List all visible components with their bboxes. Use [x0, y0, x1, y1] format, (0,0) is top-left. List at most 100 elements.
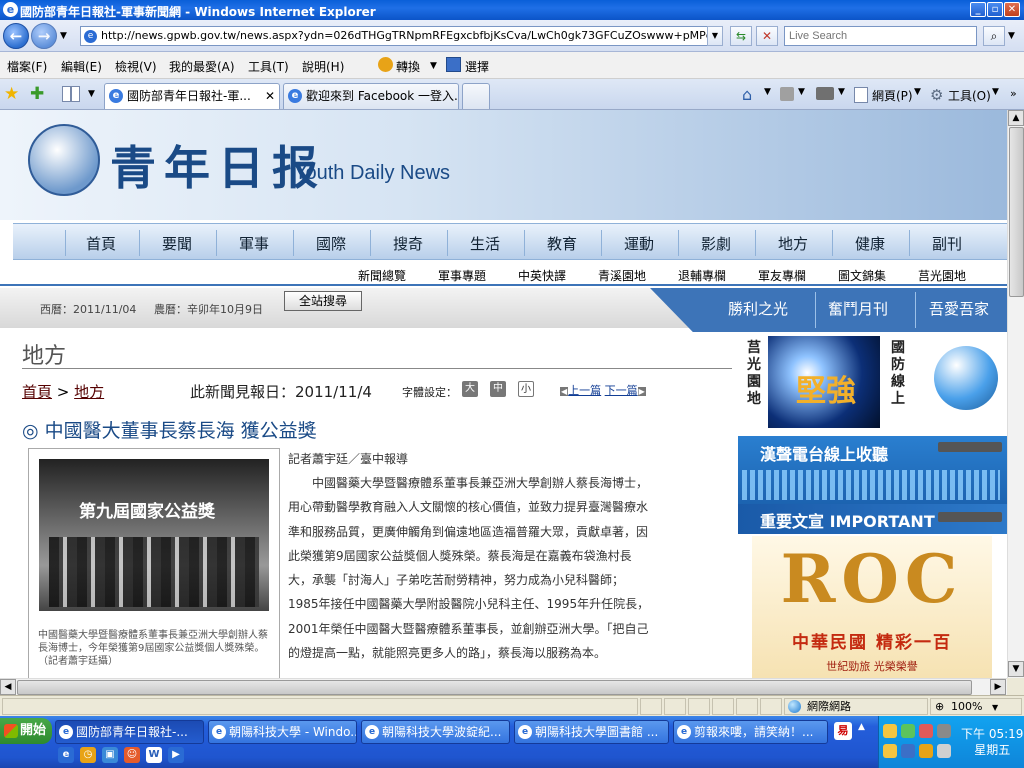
quicklaunch-ie-icon[interactable]: e [58, 747, 74, 763]
taskbar-button-clipping[interactable]: e 剪報來嘍，請笑納！... [673, 720, 828, 744]
select-button[interactable]: 選擇 [465, 58, 489, 75]
sidebar-label-defense-online[interactable]: 國防線上 [888, 340, 908, 408]
subnav-juguang[interactable]: 莒光園地 [918, 267, 966, 284]
history-dropdown-icon[interactable]: ▼ [60, 31, 67, 41]
menu-edit[interactable]: 編輯(E) [61, 58, 102, 75]
page-dropdown-icon[interactable]: ▼ [914, 87, 921, 97]
horizontal-scroll-thumb[interactable] [17, 680, 972, 695]
taskbar-button-cyut-record[interactable]: e 朝陽科技大學波錠紀... [361, 720, 510, 744]
tray-icon-7[interactable] [919, 744, 933, 758]
search-input[interactable] [784, 26, 977, 46]
start-button[interactable]: 開始 [0, 718, 52, 744]
tray-icon-8[interactable] [937, 744, 951, 758]
close-button[interactable]: ✕ [1004, 2, 1020, 17]
scroll-up-arrow[interactable]: ▲ [1008, 110, 1024, 126]
new-tab-button[interactable] [462, 83, 490, 109]
tab-list-icon[interactable]: ▼ [88, 89, 95, 99]
nav-entertainment[interactable]: 影劇 [678, 233, 754, 254]
subnav-qingxi[interactable]: 青溪園地 [598, 267, 646, 284]
quicklaunch-messenger-icon[interactable]: ☺ [124, 747, 140, 763]
next-arrow-icon[interactable]: ▶ [637, 387, 646, 396]
print-dropdown-icon[interactable]: ▼ [838, 87, 845, 97]
quicklaunch-media-icon[interactable]: ▶ [168, 747, 184, 763]
tools-menu[interactable]: 工具(O) [948, 87, 991, 104]
prev-arrow-icon[interactable]: ◀ [560, 387, 569, 396]
site-logo-english[interactable]: Youth Daily News [294, 162, 450, 185]
subnav-military-friends[interactable]: 軍友專欄 [758, 267, 806, 284]
horizontal-scrollbar[interactable]: ◀ ▶ [0, 678, 1007, 695]
menu-favorites[interactable]: 我的最愛(A) [169, 58, 235, 75]
tab-struggle-monthly[interactable]: 奮鬥月刊 [828, 298, 888, 319]
search-icon[interactable]: ⌕ [983, 26, 1005, 46]
security-zone[interactable]: 網際網路 [784, 698, 928, 715]
logo-emblem[interactable] [28, 124, 100, 196]
taskbar-expand-icon[interactable]: ▲ [858, 722, 865, 732]
feeds-icon[interactable] [780, 87, 794, 101]
nav-sports[interactable]: 運動 [601, 233, 677, 254]
article-photo[interactable]: 第九屆國家公益獎 [39, 459, 269, 611]
tools-dropdown-icon[interactable]: ▼ [992, 87, 999, 97]
url-field[interactable]: http://news.gpwb.gov.tw/news.aspx?ydn=02… [80, 26, 723, 46]
site-search-button[interactable]: 全站搜尋 [284, 291, 362, 311]
subnav-news-overview[interactable]: 新聞總覽 [358, 267, 406, 284]
quicklaunch-clock-icon[interactable]: ◷ [80, 747, 96, 763]
nav-international[interactable]: 國際 [293, 233, 369, 254]
important-banner[interactable]: 重要文宣 IMPORTANT [738, 504, 1007, 534]
nav-life[interactable]: 生活 [447, 233, 523, 254]
tray-icon-3[interactable] [919, 724, 933, 738]
taskbar-button-cyut-windows[interactable]: e 朝陽科技大學 - Windo... [208, 720, 357, 744]
clock[interactable]: 下午 05:19 星期五 [961, 726, 1023, 758]
taskbar-button-youth-daily[interactable]: e 國防部青年日報社-... [55, 720, 204, 744]
breadcrumb-home[interactable]: 首頁 [22, 383, 52, 401]
close-tab-icon[interactable]: ✕ [265, 84, 275, 108]
quicklaunch-word-icon[interactable]: W [146, 747, 162, 763]
home-dropdown-icon[interactable]: ▼ [764, 87, 771, 97]
zoom-control[interactable]: ⊕ 100% ▼ [930, 698, 1022, 715]
window-titlebar[interactable]: e 國防部青年日報社-軍事新聞網 - Windows Internet Expl… [0, 0, 1024, 20]
menu-file[interactable]: 檔案(F) [7, 58, 47, 75]
scroll-right-arrow[interactable]: ▶ [990, 679, 1006, 695]
favorites-star-icon[interactable]: ★ [4, 84, 19, 104]
breadcrumb-section[interactable]: 地方 [74, 383, 104, 401]
scroll-left-arrow[interactable]: ◀ [0, 679, 16, 695]
menu-tools[interactable]: 工具(T) [248, 58, 289, 75]
sidebar-label-juguang[interactable]: 莒光園地 [744, 340, 764, 408]
globe-icon[interactable] [934, 346, 998, 410]
vertical-scroll-thumb[interactable] [1009, 127, 1024, 297]
subnav-veterans[interactable]: 退輔專欄 [678, 267, 726, 284]
tab-youth-daily[interactable]: e 國防部青年日報社-軍... ✕ [104, 83, 280, 109]
tray-icon-5[interactable] [883, 744, 897, 758]
tab-love-my-home[interactable]: 吾愛吾家 [929, 298, 989, 319]
tray-icon-4[interactable] [937, 724, 951, 738]
font-medium-button[interactable]: 中 [490, 381, 506, 397]
quick-tabs-icon[interactable] [62, 86, 80, 102]
url-dropdown-button[interactable]: ▼ [707, 26, 723, 46]
refresh-icon[interactable]: ⇆ [730, 26, 752, 46]
prev-article-link[interactable]: 上一篇 [568, 384, 601, 397]
ime-icon[interactable]: 易 [834, 722, 852, 740]
convert-button[interactable]: 轉換 [396, 58, 420, 75]
page-menu[interactable]: 網頁(P) [872, 87, 913, 104]
stop-icon[interactable]: ✕ [756, 26, 778, 46]
subnav-photo-collection[interactable]: 圖文錦集 [838, 267, 886, 284]
minimize-button[interactable]: _ [970, 2, 986, 17]
quicklaunch-explorer-icon[interactable]: ▣ [102, 747, 118, 763]
back-button[interactable]: ← [3, 23, 29, 49]
tray-icon-6[interactable] [901, 744, 915, 758]
nav-home[interactable]: 首頁 [63, 233, 139, 254]
radio-banner[interactable]: 漢聲電台線上收聽 [738, 436, 1007, 504]
tray-icon-1[interactable] [883, 724, 897, 738]
forward-button[interactable]: → [31, 23, 57, 49]
home-icon[interactable]: ⌂ [742, 85, 752, 104]
nav-education[interactable]: 教育 [524, 233, 600, 254]
menu-help[interactable]: 說明(H) [302, 58, 344, 75]
nav-supplement[interactable]: 副刊 [909, 233, 985, 254]
nav-health[interactable]: 健康 [832, 233, 908, 254]
next-article-link[interactable]: 下一篇 [605, 384, 638, 397]
font-small-button[interactable]: 小 [518, 381, 534, 397]
roc-centennial-banner[interactable]: ROC 中華民國 精彩一百 世紀勁旅 光榮榮譽 [752, 536, 992, 678]
font-large-button[interactable]: 大 [462, 381, 478, 397]
nav-local[interactable]: 地方 [755, 233, 831, 254]
scroll-down-arrow[interactable]: ▼ [1008, 661, 1024, 677]
tray-icon-2[interactable] [901, 724, 915, 738]
